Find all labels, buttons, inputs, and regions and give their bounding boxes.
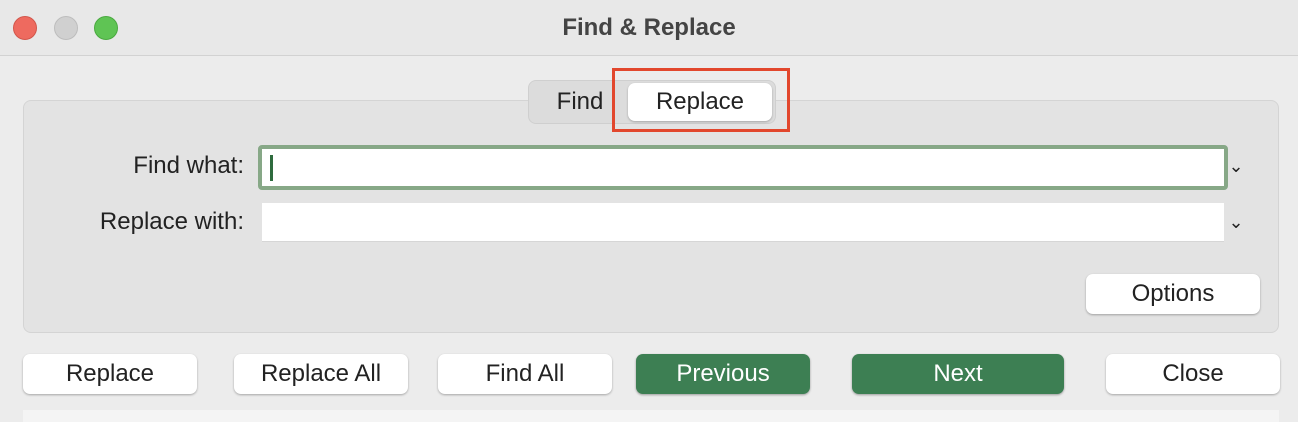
title-bar: Find & Replace [0,0,1298,56]
find-replace-window: Find & Replace Find Replace Find what: ⌄… [0,0,1298,422]
find-what-label: Find what: [133,152,244,179]
close-button[interactable]: Close [1106,354,1280,394]
tab-replace-highlight [612,68,790,132]
find-all-button[interactable]: Find All [438,354,612,394]
replace-with-label: Replace with: [99,208,244,235]
replace-button[interactable]: Replace [23,354,197,394]
replace-all-button[interactable]: Replace All [234,354,408,394]
tab-find[interactable]: Find [540,80,620,124]
chevron-down-icon[interactable]: ⌄ [1226,156,1246,176]
replace-with-input[interactable] [262,203,1224,242]
window-title: Find & Replace [562,14,736,41]
next-button[interactable]: Next [852,354,1064,394]
find-what-input[interactable] [258,145,1228,190]
footer-area [23,410,1279,422]
chevron-down-icon[interactable]: ⌄ [1226,212,1246,232]
previous-button[interactable]: Previous [636,354,810,394]
options-button[interactable]: Options [1086,274,1260,314]
text-caret [270,155,273,181]
